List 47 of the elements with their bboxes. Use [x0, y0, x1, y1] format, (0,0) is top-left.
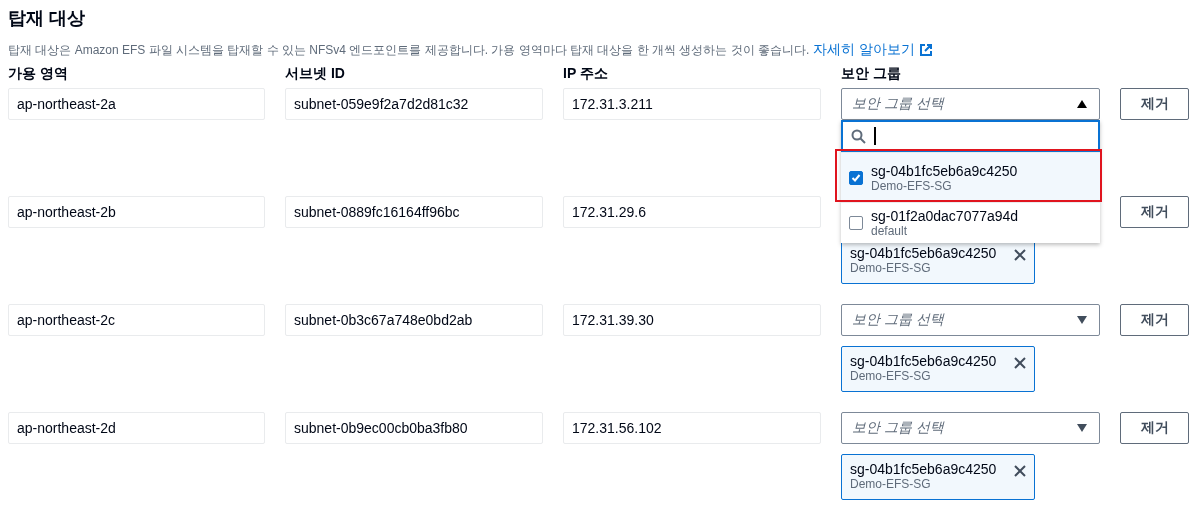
checkbox[interactable]	[849, 216, 863, 230]
security-group-select[interactable]: 보안 그룹 선택	[841, 88, 1100, 120]
ip-field[interactable]: 172.31.39.30	[563, 304, 821, 336]
zone-field[interactable]: ap-northeast-2a	[8, 88, 265, 120]
option-id: sg-01f2a0dac7077a94d	[871, 208, 1019, 224]
subnet-field[interactable]: subnet-059e9f2a7d2d81c32	[285, 88, 543, 120]
caret-icon	[1077, 100, 1087, 108]
column-header: 보안 그룹	[841, 65, 902, 83]
zone-field[interactable]: ap-northeast-2b	[8, 196, 265, 228]
column-header: 가용 영역	[8, 65, 69, 83]
zone-field[interactable]: ap-northeast-2d	[8, 412, 265, 444]
option-name: default	[871, 224, 909, 238]
token-name: Demo-EFS-SG	[850, 477, 932, 491]
close-icon[interactable]	[1014, 357, 1026, 369]
token-id: sg-04b1fc5eb6a9c4250	[850, 461, 997, 477]
learn-more-link[interactable]: 자세히 알아보기	[813, 41, 916, 59]
close-icon[interactable]	[1014, 465, 1026, 477]
token-id: sg-04b1fc5eb6a9c4250	[850, 245, 997, 261]
zone-field[interactable]: ap-northeast-2c	[8, 304, 265, 336]
section-title: 탑재 대상	[8, 7, 86, 30]
ip-field[interactable]: 172.31.3.211	[563, 88, 821, 120]
section-description: 탑재 대상은 Amazon EFS 파일 시스템을 탑재할 수 있는 NFSv4 엔드포인트를 제공합니다. 가용 영역마다 탑재 대상을 한 개씩 생성하는 것이 좋습니다.	[8, 41, 810, 59]
security-group-select[interactable]: 보안 그룹 선택	[841, 412, 1100, 444]
external-link-icon	[919, 43, 934, 57]
remove-button[interactable]: 제거	[1120, 196, 1189, 228]
caret-icon	[1077, 316, 1087, 324]
caret-icon	[1077, 424, 1087, 432]
option-name: Demo-EFS-SG	[871, 178, 952, 193]
search-icon	[851, 128, 866, 144]
column-header: IP 주소	[563, 65, 609, 83]
subnet-field[interactable]: subnet-0889fc16164ff96bc	[285, 196, 543, 228]
checkbox[interactable]	[849, 170, 863, 185]
option-id: sg-04b1fc5eb6a9c4250	[871, 162, 1018, 179]
subnet-field[interactable]: subnet-0b9ec00cb0ba3fb80	[285, 412, 543, 444]
close-icon[interactable]	[1014, 249, 1026, 261]
column-header: 서브넷 ID	[285, 65, 346, 83]
remove-button[interactable]: 제거	[1120, 304, 1189, 336]
security-group-select[interactable]: 보안 그룹 선택	[841, 304, 1100, 336]
subnet-field[interactable]: subnet-0b3c67a748e0bd2ab	[285, 304, 543, 336]
text-cursor	[874, 127, 876, 145]
token-name: Demo-EFS-SG	[850, 261, 932, 275]
ip-field[interactable]: 172.31.29.6	[563, 196, 821, 228]
remove-button[interactable]: 제거	[1120, 412, 1189, 444]
token-id: sg-04b1fc5eb6a9c4250	[850, 353, 997, 369]
ip-field[interactable]: 172.31.56.102	[563, 412, 821, 444]
remove-button[interactable]: 제거	[1120, 88, 1189, 120]
token-name: Demo-EFS-SG	[850, 369, 932, 383]
